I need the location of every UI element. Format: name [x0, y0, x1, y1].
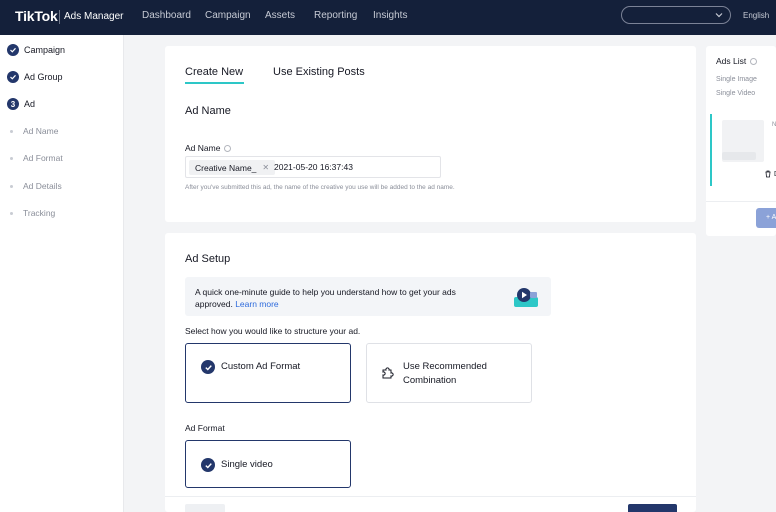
- ad-name-field-label: Ad Name: [185, 143, 232, 153]
- ads-manager-label: Ads Manager: [64, 11, 124, 22]
- substep-ad-name[interactable]: Ad Name: [10, 126, 58, 136]
- top-navigation-bar: TikTok Ads Manager Dashboard Campaign As…: [0, 0, 776, 35]
- footer-divider: [165, 496, 696, 497]
- substep-ad-details[interactable]: Ad Details: [10, 181, 62, 191]
- single-video-option[interactable]: Single video: [185, 440, 351, 488]
- option-label: Single video: [221, 459, 273, 470]
- ad-preview-row[interactable]: N D: [710, 114, 776, 186]
- step-label: Campaign: [24, 45, 66, 55]
- learn-more-link[interactable]: Learn more: [235, 299, 278, 309]
- submit-button[interactable]: [628, 504, 677, 512]
- field-label-text: Ad Name: [185, 143, 221, 153]
- creative-name-chip[interactable]: Creative Name_ ✕: [189, 160, 276, 175]
- step-label: Ad Group: [24, 72, 63, 82]
- ad-preview-name: N: [772, 122, 776, 128]
- nav-assets[interactable]: Assets: [265, 10, 295, 21]
- thumbnail-caption-bar: [722, 152, 756, 160]
- nav-campaign[interactable]: Campaign: [205, 10, 251, 21]
- add-ad-button[interactable]: + A: [756, 208, 776, 228]
- check-icon: [7, 71, 19, 83]
- bullet-icon: [10, 129, 13, 133]
- ad-name-timestamp: 2021-05-20 16:37:43: [274, 162, 353, 172]
- ads-list-header: Ads List: [716, 56, 758, 66]
- step-ad[interactable]: 3 Ad: [7, 97, 35, 111]
- puzzle-icon: [382, 367, 394, 379]
- substep-ad-format[interactable]: Ad Format: [10, 153, 63, 163]
- language-switcher[interactable]: English: [743, 11, 769, 20]
- back-button[interactable]: [185, 504, 225, 512]
- active-tab-indicator: [185, 82, 244, 84]
- panel-divider: [706, 201, 776, 202]
- nav-reporting[interactable]: Reporting: [314, 10, 357, 21]
- substep-label: Tracking: [23, 208, 56, 218]
- trash-icon: [765, 170, 771, 178]
- ads-list-item[interactable]: Single Video: [716, 90, 755, 97]
- check-icon: [201, 458, 215, 472]
- nav-dashboard[interactable]: Dashboard: [142, 10, 191, 21]
- ads-list-title: Ads List: [716, 56, 747, 66]
- step-number: 3: [7, 98, 19, 110]
- nav-insights[interactable]: Insights: [373, 10, 407, 21]
- custom-ad-format-option[interactable]: Custom Ad Format: [185, 343, 351, 403]
- option-label: Use Recommended Combination: [403, 361, 487, 386]
- delete-ad[interactable]: D: [764, 170, 776, 178]
- step-ad-group[interactable]: Ad Group: [7, 70, 63, 84]
- ad-name-hint: After you've submitted this ad, the name…: [185, 184, 455, 191]
- ad-name-card: Create New Use Existing Posts Ad Name Ad…: [165, 46, 696, 222]
- ads-list-panel: Ads List Single Image Single Video N D +…: [706, 46, 776, 236]
- ad-name-input[interactable]: Creative Name_ ✕ 2021-05-20 16:37:43: [185, 156, 441, 178]
- substep-tracking[interactable]: Tracking: [10, 208, 55, 218]
- logo-divider: [59, 10, 60, 24]
- substep-label: Ad Details: [23, 181, 62, 191]
- section-title: Ad Setup: [185, 253, 231, 265]
- bullet-icon: [10, 184, 13, 188]
- substep-label: Ad Format: [23, 153, 63, 163]
- check-icon: [201, 360, 215, 374]
- step-sidebar: Campaign Ad Group 3 Ad Ad Name Ad Format…: [0, 35, 124, 512]
- bullet-icon: [10, 156, 13, 160]
- tab-create-new[interactable]: Create New: [185, 66, 243, 78]
- structure-prompt: Select how you would like to structure y…: [185, 326, 361, 336]
- step-label: Ad: [24, 99, 36, 109]
- ads-list-item[interactable]: Single Image: [716, 76, 757, 83]
- guide-text-block: A quick one-minute guide to help you und…: [195, 286, 495, 310]
- chevron-down-icon: [715, 13, 723, 18]
- option-label: Custom Ad Format: [221, 361, 301, 372]
- tiktok-logo[interactable]: TikTok: [15, 8, 58, 24]
- help-icon[interactable]: [224, 144, 232, 152]
- ad-format-label: Ad Format: [185, 423, 225, 433]
- check-icon: [7, 44, 19, 56]
- tab-use-existing-posts[interactable]: Use Existing Posts: [273, 66, 365, 78]
- guide-banner: A quick one-minute guide to help you und…: [185, 277, 551, 316]
- close-icon[interactable]: ✕: [262, 163, 269, 172]
- recommended-combination-option[interactable]: Use Recommended Combination: [366, 343, 532, 403]
- bullet-icon: [10, 211, 13, 215]
- account-selector[interactable]: [621, 6, 731, 24]
- substep-label: Ad Name: [23, 126, 59, 136]
- ad-setup-card: Ad Setup A quick one-minute guide to hel…: [165, 233, 696, 512]
- chip-label: Creative Name_: [195, 162, 257, 173]
- help-icon[interactable]: [750, 57, 758, 65]
- step-campaign[interactable]: Campaign: [7, 43, 65, 57]
- section-title: Ad Name: [185, 105, 231, 117]
- video-guide-icon: [514, 288, 538, 307]
